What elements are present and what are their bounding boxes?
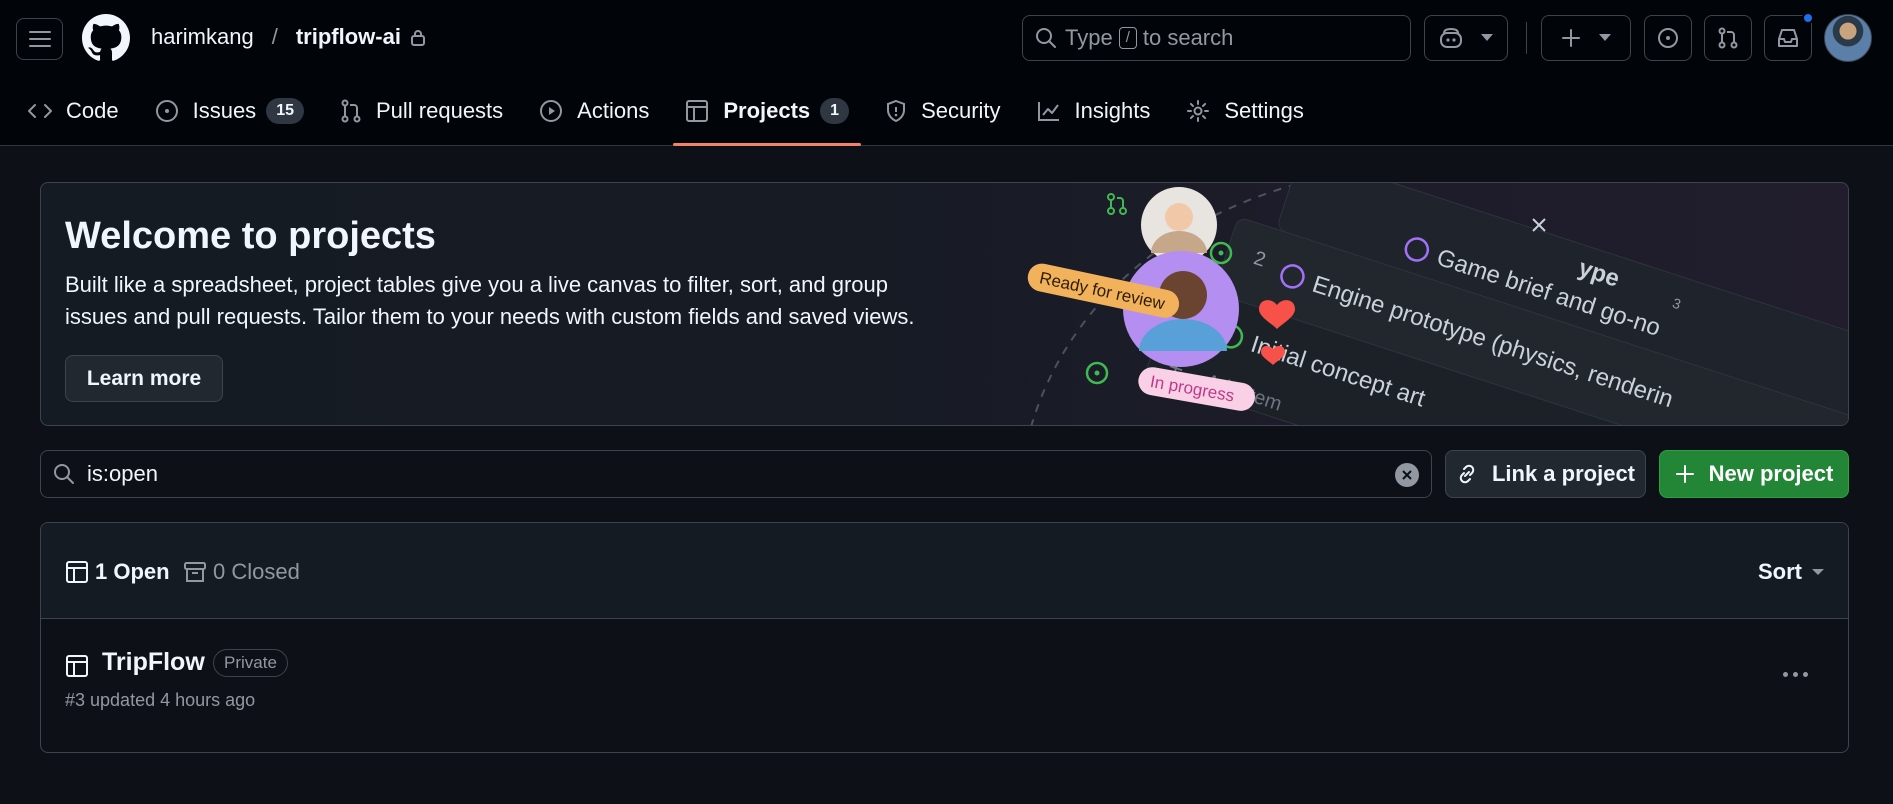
create-new-button[interactable]: [1541, 15, 1631, 61]
welcome-banner: Welcome to projects Built like a spreads…: [40, 182, 1849, 426]
project-list: 1 Open 0 Closed Sort TripFlow Private #3…: [40, 522, 1849, 753]
project-list-header: 1 Open 0 Closed Sort: [41, 523, 1848, 619]
link-project-button[interactable]: Link a project: [1445, 450, 1646, 498]
search-shortcut-key: /: [1118, 27, 1137, 49]
hamburger-icon: [28, 31, 51, 47]
plus-icon: [1562, 29, 1580, 47]
kebab-dot: [1793, 672, 1798, 677]
tab-label: Issues: [192, 98, 257, 123]
tab-label: Code: [66, 98, 119, 123]
closed-count-label: 0 Closed: [213, 559, 300, 584]
issue-icon: [1658, 28, 1678, 48]
tab-security[interactable]: Security: [873, 92, 1012, 130]
tab-actions[interactable]: Actions: [527, 92, 661, 130]
repo-nav: Code Issues 15 Pull requests Actions Pro…: [16, 92, 1328, 146]
learn-more-button[interactable]: Learn more: [65, 355, 223, 402]
code-icon: [28, 104, 52, 118]
breadcrumb: harimkang / tripflow-ai: [151, 24, 425, 50]
new-project-label: New project: [1708, 461, 1834, 486]
user-avatar[interactable]: [1824, 14, 1872, 62]
project-row: TripFlow Private #3 updated 4 hours ago: [41, 620, 1848, 752]
shield-icon: [887, 99, 906, 123]
issues-count-badge: 15: [266, 98, 304, 124]
link-project-label: Link a project: [1491, 461, 1636, 486]
breadcrumb-owner-link[interactable]: harimkang: [151, 24, 254, 50]
pull-request-icon: [1718, 27, 1738, 49]
pull-requests-shortcut-button[interactable]: [1704, 15, 1752, 61]
kebab-dot: [1803, 672, 1808, 677]
link-icon: [1459, 464, 1475, 484]
chevron-down-icon: [1812, 569, 1824, 575]
tab-label: Settings: [1224, 98, 1304, 123]
issue-icon: [155, 100, 178, 122]
project-options-button[interactable]: [1783, 672, 1808, 677]
tab-insights[interactable]: Insights: [1025, 92, 1163, 130]
table-icon: [686, 100, 709, 122]
closed-projects-filter[interactable]: 0 Closed: [183, 559, 300, 585]
github-logo-icon[interactable]: [82, 14, 130, 62]
close-icon: [1402, 470, 1412, 480]
banner-title: Welcome to projects: [65, 215, 436, 257]
tab-pull-requests[interactable]: Pull requests: [328, 92, 515, 130]
table-icon: [66, 561, 88, 583]
project-meta: #3 updated 4 hours ago: [65, 690, 256, 710]
breadcrumb-separator: /: [271, 24, 278, 49]
search-icon: [54, 464, 74, 484]
visibility-badge: Private: [213, 649, 288, 677]
open-projects-filter[interactable]: 1 Open: [65, 559, 170, 585]
search-prefix: Type: [1065, 25, 1113, 50]
table-icon: [66, 655, 88, 677]
tab-projects[interactable]: Projects 1: [673, 92, 861, 146]
menu-button[interactable]: [16, 18, 63, 60]
copilot-button[interactable]: [1424, 15, 1508, 61]
clear-filter-button[interactable]: [1395, 463, 1419, 487]
chevron-down-icon: [1481, 34, 1493, 41]
repo-header: harimkang / tripflow-ai Type / to search…: [0, 0, 1893, 146]
tab-settings[interactable]: Settings: [1174, 92, 1316, 130]
plus-icon: [1675, 465, 1694, 483]
tab-label: Insights: [1074, 98, 1151, 123]
tab-label: Projects: [723, 98, 811, 123]
filter-value: is:open: [87, 461, 158, 486]
new-project-button[interactable]: New project: [1659, 450, 1849, 498]
header-divider: [1526, 22, 1527, 54]
archive-icon: [184, 562, 206, 582]
tab-issues[interactable]: Issues 15: [143, 92, 316, 130]
banner-description: Built like a spreadsheet, project tables…: [65, 272, 915, 329]
open-count-label: 1 Open: [95, 559, 170, 584]
notification-dot: [1802, 12, 1814, 24]
project-title-link[interactable]: TripFlow: [102, 648, 205, 677]
project-filter-input[interactable]: is:open: [40, 450, 1432, 498]
banner-illustration: ype 3 Game brief and go-no 2 Engine prot…: [1027, 183, 1848, 425]
sort-label: Sort: [1758, 559, 1802, 584]
search-icon: [1036, 28, 1056, 48]
graph-icon: [1037, 102, 1059, 121]
issues-shortcut-button[interactable]: [1644, 15, 1692, 61]
tab-label: Security: [921, 98, 1001, 123]
projects-count-badge: 1: [820, 98, 850, 124]
tab-code[interactable]: Code: [16, 92, 131, 130]
sort-dropdown[interactable]: Sort: [1758, 559, 1824, 585]
tab-label: Pull requests: [375, 98, 504, 123]
pull-request-icon: [341, 99, 361, 123]
search-suffix: to search: [1142, 25, 1234, 50]
gear-icon: [1187, 100, 1210, 122]
copilot-icon: [1440, 27, 1462, 48]
breadcrumb-repo-link[interactable]: tripflow-ai: [296, 24, 401, 50]
tab-label: Actions: [577, 98, 650, 123]
chevron-down-icon: [1599, 34, 1611, 41]
play-icon: [540, 100, 563, 122]
lock-icon: [410, 29, 425, 46]
kebab-dot: [1783, 672, 1788, 677]
inbox-icon: [1778, 29, 1798, 47]
search-input[interactable]: Type / to search: [1022, 15, 1411, 61]
